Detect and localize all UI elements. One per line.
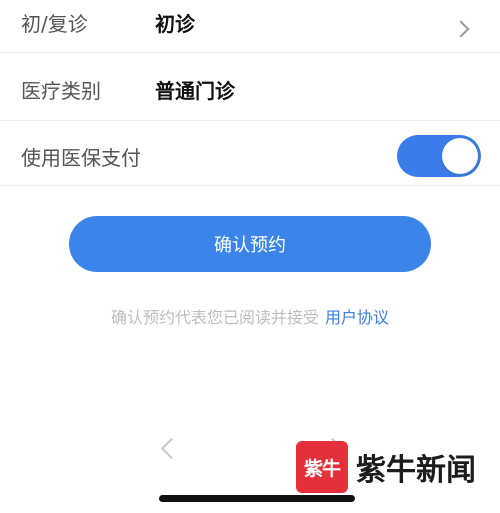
- home-indicator[interactable]: [159, 495, 355, 502]
- watermark-logo: 紫牛: [296, 441, 348, 493]
- chevron-right-icon[interactable]: [452, 20, 470, 38]
- medical-category-value: 普通门诊: [155, 78, 235, 103]
- medical-category-label: 医疗类别: [21, 78, 101, 103]
- agreement-text: 确认预约代表您已阅读并接受: [110, 308, 319, 327]
- watermark: 紫牛 紫牛新闻: [296, 441, 476, 493]
- user-agreement-link[interactable]: 用户协议: [325, 308, 389, 327]
- toggle-knob: [442, 138, 478, 174]
- divider: [0, 185, 500, 186]
- agreement-notice: 确认预约代表您已阅读并接受 用户协议: [0, 304, 500, 328]
- divider: [0, 52, 500, 53]
- back-arrow-icon[interactable]: [160, 437, 183, 460]
- divider: [0, 120, 500, 121]
- visit-type-row[interactable]: 初/复诊 初诊: [0, 0, 500, 58]
- insurance-payment-label: 使用医保支付: [21, 145, 141, 170]
- visit-type-label: 初/复诊: [21, 12, 88, 36]
- insurance-payment-toggle[interactable]: [397, 135, 481, 177]
- confirm-appointment-button[interactable]: 确认预约: [69, 216, 431, 272]
- medical-category-row[interactable]: 医疗类别 普通门诊: [0, 60, 500, 118]
- watermark-brand: 紫牛新闻: [356, 453, 476, 488]
- visit-type-value: 初诊: [155, 12, 195, 36]
